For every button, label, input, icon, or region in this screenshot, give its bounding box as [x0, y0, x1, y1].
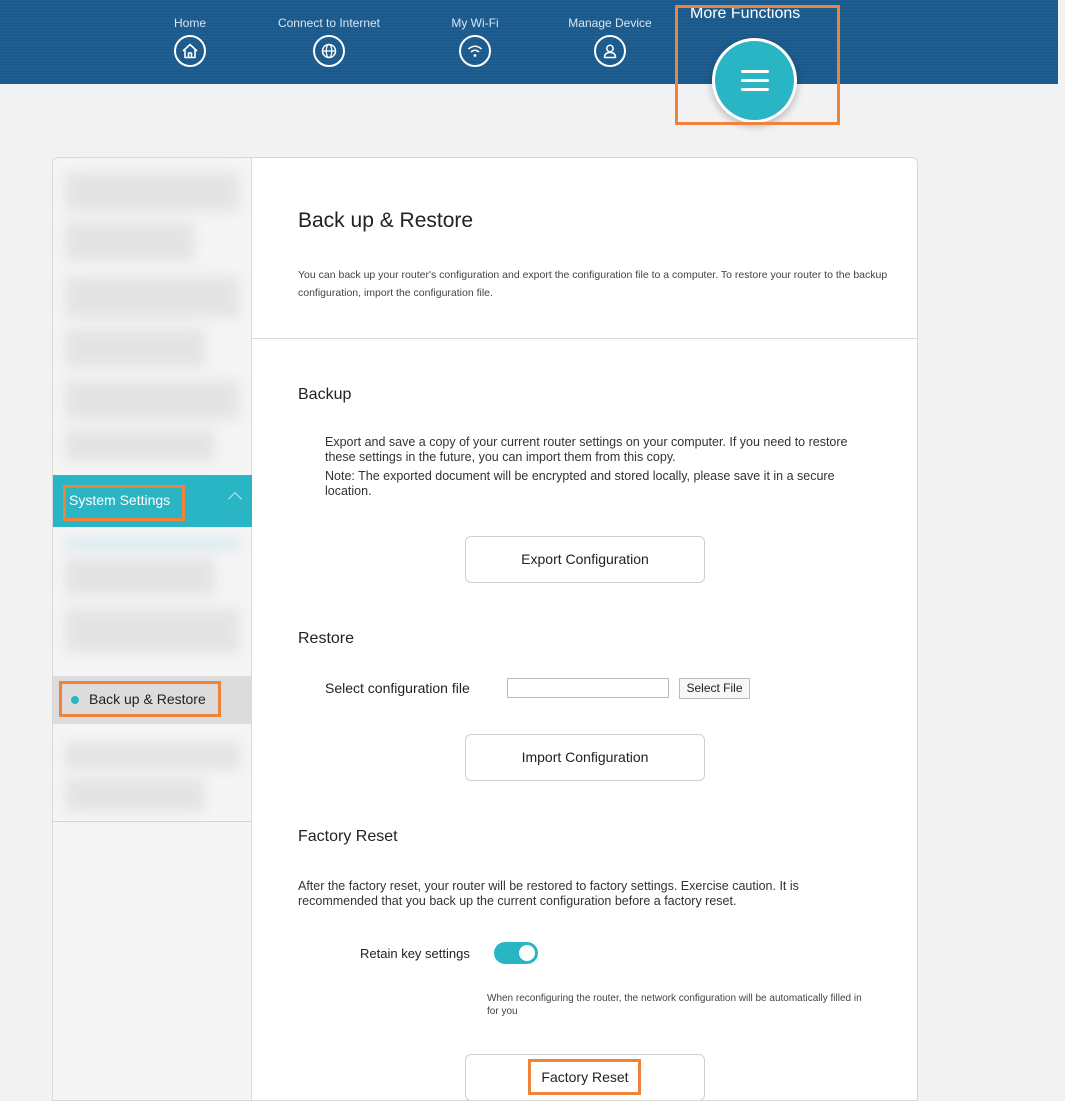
nav-home-label: Home	[173, 16, 206, 30]
nav-manage-device-label: Manage Device	[568, 16, 652, 30]
home-icon	[174, 35, 206, 67]
toggle-knob	[519, 945, 535, 961]
import-configuration-button[interactable]: Import Configuration	[465, 734, 705, 781]
wifi-icon	[459, 35, 491, 67]
blurred-menu-item	[65, 778, 205, 812]
nav-manage-device[interactable]: Manage Device	[560, 16, 660, 67]
blurred-menu-item	[65, 430, 215, 462]
nav-more-functions-label[interactable]: More Functions	[690, 5, 800, 23]
page-description: You can back up your router's configurat…	[298, 269, 888, 299]
more-functions-menu-button[interactable]	[712, 38, 797, 123]
globe-icon	[313, 35, 345, 67]
menu-icon	[741, 70, 769, 73]
select-config-file-label: Select configuration file	[325, 680, 470, 696]
top-navigation-bar: Home Connect to Internet My Wi-Fi Manage…	[0, 0, 1058, 84]
sidebar: System Settings Back up & Restore	[53, 158, 252, 1100]
blurred-menu-item	[65, 328, 205, 368]
backup-section-title: Backup	[298, 386, 352, 403]
nav-home[interactable]: Home	[170, 16, 210, 67]
nav-my-wifi-label: My Wi-Fi	[451, 16, 499, 30]
export-configuration-button[interactable]: Export Configuration	[465, 536, 705, 583]
config-file-input[interactable]	[507, 678, 669, 698]
page-title: Back up & Restore	[298, 209, 474, 232]
active-dot-icon	[71, 696, 79, 704]
sidebar-item-system-settings[interactable]: System Settings	[53, 475, 252, 527]
factory-reset-description: After the factory reset, your router wil…	[298, 879, 799, 908]
menu-icon-line	[741, 88, 769, 91]
backup-note: Note: The exported document will be encr…	[325, 469, 835, 498]
blurred-menu-item	[65, 540, 240, 548]
retain-key-settings-hint: When reconfiguring the router, the netwo…	[487, 993, 862, 1017]
nav-connect-internet-label: Connect to Internet	[277, 16, 381, 30]
restore-section-title: Restore	[298, 630, 355, 647]
blurred-menu-item	[65, 608, 240, 653]
retain-key-settings-toggle[interactable]	[494, 942, 538, 964]
main-content: Back up & Restore You can back up your r…	[252, 158, 917, 1100]
user-icon	[594, 35, 626, 67]
sidebar-item-back-up-restore-label: Back up & Restore	[89, 691, 206, 707]
sidebar-item-back-up-restore[interactable]: Back up & Restore	[53, 676, 252, 724]
blurred-menu-item	[65, 172, 240, 212]
menu-icon-line	[741, 79, 769, 82]
blurred-menu-item	[65, 558, 215, 596]
nav-connect-internet[interactable]: Connect to Internet	[274, 16, 384, 67]
sidebar-divider	[53, 821, 252, 822]
select-file-button[interactable]: Select File	[679, 678, 750, 699]
sidebar-item-system-settings-label: System Settings	[69, 492, 171, 508]
settings-card: System Settings Back up & Restore Back u…	[52, 157, 918, 1101]
blurred-menu-item	[65, 380, 240, 420]
factory-reset-button[interactable]: Factory Reset	[465, 1054, 705, 1100]
backup-description: Export and save a copy of your current r…	[325, 435, 848, 464]
blurred-menu-item	[65, 742, 240, 770]
header-divider	[252, 338, 917, 339]
blurred-menu-item	[65, 222, 195, 262]
blurred-menu-item	[65, 276, 240, 318]
nav-my-wifi[interactable]: My Wi-Fi	[445, 16, 505, 67]
chevron-up-icon	[227, 491, 243, 507]
retain-key-settings-label: Retain key settings	[360, 946, 470, 961]
factory-reset-section-title: Factory Reset	[298, 828, 398, 845]
